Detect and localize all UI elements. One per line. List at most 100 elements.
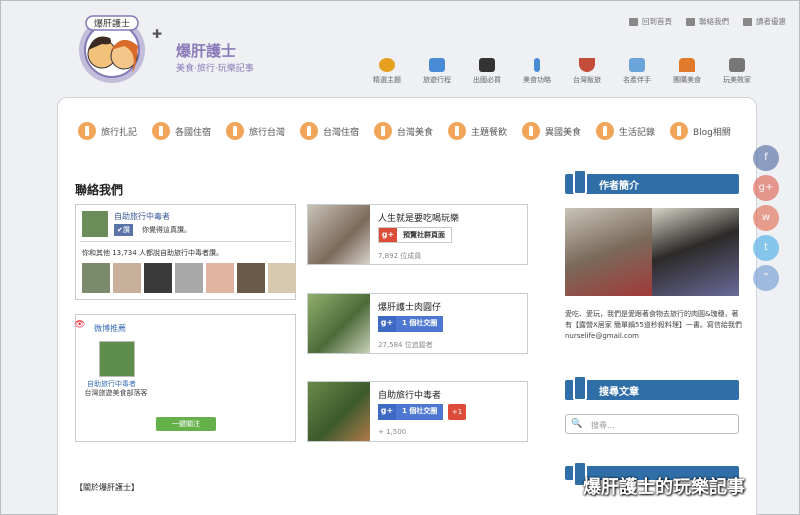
facebook-like-button[interactable]: ✔讚 bbox=[114, 224, 133, 236]
nav-label: 出國必買 bbox=[473, 76, 501, 84]
cake-icon bbox=[679, 58, 695, 72]
category-foreign-food[interactable]: 異國美食 bbox=[522, 122, 596, 140]
category-label: 生活記錄 bbox=[619, 127, 656, 138]
category-blog[interactable]: Blog相關 bbox=[670, 122, 744, 140]
author-heading-bar: 作者簡介 bbox=[565, 169, 739, 195]
nav-label: 名產伴手 bbox=[623, 76, 651, 84]
pencil-icon bbox=[374, 122, 392, 140]
category-taiwan-stay[interactable]: 台灣住宿 bbox=[300, 122, 374, 140]
nav-item-food-guide[interactable]: 美食功略 bbox=[512, 58, 562, 85]
gplus-card-image[interactable] bbox=[308, 294, 370, 353]
nav-item-taiwan-trip[interactable]: 台灣飯旅 bbox=[562, 58, 612, 85]
gplus-card-image[interactable] bbox=[308, 382, 370, 441]
search-input[interactable]: 🔍 搜尋... bbox=[565, 414, 739, 434]
author-photo[interactable] bbox=[565, 208, 739, 296]
fork-knife-icon bbox=[534, 58, 540, 72]
fan-avatar[interactable] bbox=[237, 263, 265, 293]
facebook-fan-faces bbox=[82, 263, 296, 293]
facebook-like-count: 你和其他 13,734 人都說自助旅行中毒者讚。 bbox=[82, 249, 223, 257]
google-plus-icon[interactable]: g+ bbox=[753, 175, 779, 201]
weibo-desc: 台灣旅遊美食部落客 bbox=[84, 389, 148, 397]
weibo-eye-icon: 👁 bbox=[74, 320, 86, 330]
category-label: 旅行扎記 bbox=[101, 127, 138, 138]
gplus-card: 爆肝護士肉圓仔 g+ 1 個社交圈 27,584 位追蹤者 bbox=[307, 293, 528, 354]
top-link-label: 回到首頁 bbox=[642, 17, 672, 26]
gplus-plus-count: + 1,500 bbox=[378, 428, 407, 436]
search-placeholder: 搜尋... bbox=[591, 421, 615, 430]
top-link-home[interactable]: 回到首頁 bbox=[629, 16, 672, 27]
facebook-page-name[interactable]: 自助旅行中毒者 bbox=[114, 211, 170, 222]
category-bar: 旅行扎記 各國住宿 旅行台灣 台灣住宿 台灣美食 主題餐飲 異國美食 生活記錄 … bbox=[78, 122, 744, 140]
fan-avatar[interactable] bbox=[206, 263, 234, 293]
nav-item-souvenirs[interactable]: 名產伴手 bbox=[612, 58, 662, 85]
category-travel-notes[interactable]: 旅行扎記 bbox=[78, 122, 152, 140]
fan-avatar[interactable] bbox=[113, 263, 141, 293]
nav-label: 美食功略 bbox=[523, 76, 551, 84]
weibo-title: 微博推薦 bbox=[94, 324, 126, 333]
nav-item-shopping-spree[interactable]: 玩美敗家 bbox=[712, 58, 762, 85]
gplus-icon: g+ bbox=[379, 228, 397, 242]
facebook-like-text: 你覺得這真讚。 bbox=[142, 226, 191, 234]
top-links: 回到首頁 聯絡我們 讀者優惠 bbox=[629, 16, 786, 27]
gplus-card-name[interactable]: 爆肝護士肉圓仔 bbox=[378, 300, 441, 313]
arrow-up-icon[interactable]: ⌃ bbox=[753, 265, 779, 291]
gplus-icon: g+ bbox=[378, 316, 396, 332]
site-subtitle: 美食‧旅行‧玩樂記事 bbox=[176, 64, 254, 74]
fan-avatar[interactable] bbox=[268, 263, 296, 293]
nav-label: 台灣飯旅 bbox=[573, 76, 601, 84]
twitter-icon[interactable]: t bbox=[753, 235, 779, 261]
nav-item-itinerary[interactable]: 旅遊行程 bbox=[412, 58, 462, 85]
divider bbox=[80, 241, 292, 242]
weibo-name[interactable]: 自助旅行中毒者 bbox=[87, 379, 136, 389]
nav-item-group-buy[interactable]: 團購美食 bbox=[662, 58, 712, 85]
nav-label: 旅遊行程 bbox=[423, 76, 451, 84]
weibo-follow-button[interactable]: 一鍵關注 bbox=[156, 417, 216, 431]
top-link-contact[interactable]: 聯絡我們 bbox=[686, 16, 729, 27]
category-label: 旅行台灣 bbox=[249, 127, 286, 138]
facebook-page-thumbnail[interactable] bbox=[82, 211, 108, 237]
fan-avatar[interactable] bbox=[144, 263, 172, 293]
gplus-card-image[interactable] bbox=[308, 205, 370, 264]
nav-item-featured[interactable]: 精選主題 bbox=[362, 58, 412, 85]
category-label: 各國住宿 bbox=[175, 127, 212, 138]
author-bio: 愛吃、愛玩，我們是愛跟著食物去旅行的肉圓&瑰穗，著有【露營X居家 簡單鍋55道秒… bbox=[565, 310, 742, 340]
weibo-avatar[interactable] bbox=[99, 341, 135, 377]
pencil-icon bbox=[78, 122, 96, 140]
about-heading: 【關於爆肝護士】 bbox=[75, 483, 139, 492]
nav-item-shopping[interactable]: 出國必買 bbox=[462, 58, 512, 85]
rice-icon bbox=[579, 58, 595, 72]
nav-label: 精選主題 bbox=[373, 76, 401, 84]
category-label: 異國美食 bbox=[545, 127, 582, 138]
fork-icon bbox=[573, 375, 587, 401]
gplus-button-label: 預覽社群頁面 bbox=[403, 231, 445, 239]
gplus-circle-button[interactable]: g+ 1 個社交圈 bbox=[378, 404, 444, 420]
category-life-log[interactable]: 生活記錄 bbox=[596, 122, 670, 140]
category-theme-dining[interactable]: 主題餐飲 bbox=[448, 122, 522, 140]
gplus-circle-button[interactable]: g+ 1 個社交圈 bbox=[378, 316, 444, 332]
site-title[interactable]: 爆肝護士 bbox=[176, 40, 236, 61]
category-world-stay[interactable]: 各國住宿 bbox=[152, 122, 226, 140]
search-icon: 🔍 bbox=[571, 419, 583, 429]
gplus-card-name[interactable]: 自助旅行中毒者 bbox=[378, 388, 441, 401]
gplus-plus-one-button[interactable]: +1 bbox=[448, 404, 466, 420]
fan-avatar[interactable] bbox=[175, 263, 203, 293]
cart-icon bbox=[729, 58, 745, 72]
svg-text:✚: ✚ bbox=[152, 27, 162, 41]
fan-avatar[interactable] bbox=[82, 263, 110, 293]
category-label: 主題餐飲 bbox=[471, 127, 508, 138]
gift-box-icon bbox=[629, 58, 645, 72]
weibo-icon[interactable]: w bbox=[753, 205, 779, 231]
top-link-offers[interactable]: 讀者優惠 bbox=[743, 16, 786, 27]
facebook-icon[interactable]: f bbox=[753, 145, 779, 171]
gplus-card-name[interactable]: 人生就是要吃喝玩樂 bbox=[378, 211, 459, 224]
pencil-icon bbox=[596, 122, 614, 140]
category-taiwan-travel[interactable]: 旅行台灣 bbox=[226, 122, 300, 140]
category-taiwan-food[interactable]: 台灣美食 bbox=[374, 122, 448, 140]
main-nav: 精選主題 旅遊行程 出國必買 美食功略 台灣飯旅 名產伴手 團購美食 玩美敗家 bbox=[362, 58, 762, 85]
gplus-view-community-button[interactable]: g+ 預覽社群頁面 bbox=[378, 227, 452, 243]
mail-icon bbox=[686, 17, 695, 26]
pencil-icon bbox=[670, 122, 688, 140]
gplus-button-label: 1 個社交圈 bbox=[402, 319, 438, 327]
site-logo[interactable]: 爆肝護士 ✚ bbox=[62, 10, 162, 84]
facebook-like-box: 自助旅行中毒者 ✔讚 你覺得這真讚。 你和其他 13,734 人都說自助旅行中毒… bbox=[75, 204, 296, 300]
